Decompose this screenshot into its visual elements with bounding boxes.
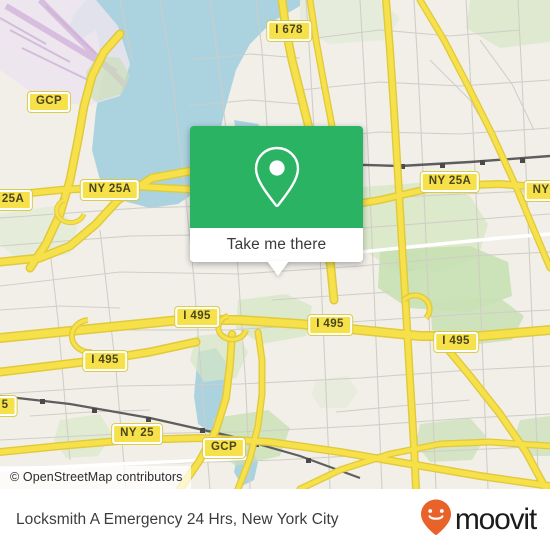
place-title: Locksmith A Emergency 24 Hrs, New York C… [16,510,339,528]
moovit-pin-smiley-icon [419,498,453,541]
road-shield-ny25: NY 25 [112,424,162,444]
road-shield-gcp-south: GCP [202,438,246,458]
map-screenshot: I 678 GCP NY 25A 25A NY 25A NY I 495 I 495 I 495… [0,0,550,550]
footer-bar: Locksmith A Emergency 24 Hrs, New York C… [0,489,550,550]
place-popup[interactable]: Take me there [190,126,363,276]
popup-header [190,126,363,228]
map-canvas[interactable]: I 678 GCP NY 25A 25A NY 25A NY I 495 I 495 I 495… [0,0,550,489]
moovit-logo[interactable]: moovit [419,498,537,541]
road-shield-ny25a-west: NY 25A [80,180,140,200]
road-shield-clipped-southwest: 5 [0,396,17,416]
road-shield-i495-center: I 495 [308,315,352,335]
road-shield-ny25a-clipped-west: 25A [0,190,33,210]
road-shield-gcp-north: GCP [27,92,71,112]
map-attribution[interactable]: © OpenStreetMap contributors [0,466,191,489]
road-shield-i495-east: I 495 [434,332,478,352]
location-pin-icon [251,144,303,210]
popup-action-label: Take me there [226,236,327,253]
moovit-wordmark: moovit [454,502,537,536]
road-shield-ny25a-east: NY 25A [420,172,480,192]
road-shield-i678: I 678 [267,21,311,41]
road-shield-i495-west: I 495 [175,307,219,327]
road-shield-ny-clipped-east: NY [524,181,550,201]
popup-action[interactable]: Take me there [190,228,363,276]
popup-pointer [267,261,289,276]
road-shield-i495-southwest: I 495 [83,351,127,371]
